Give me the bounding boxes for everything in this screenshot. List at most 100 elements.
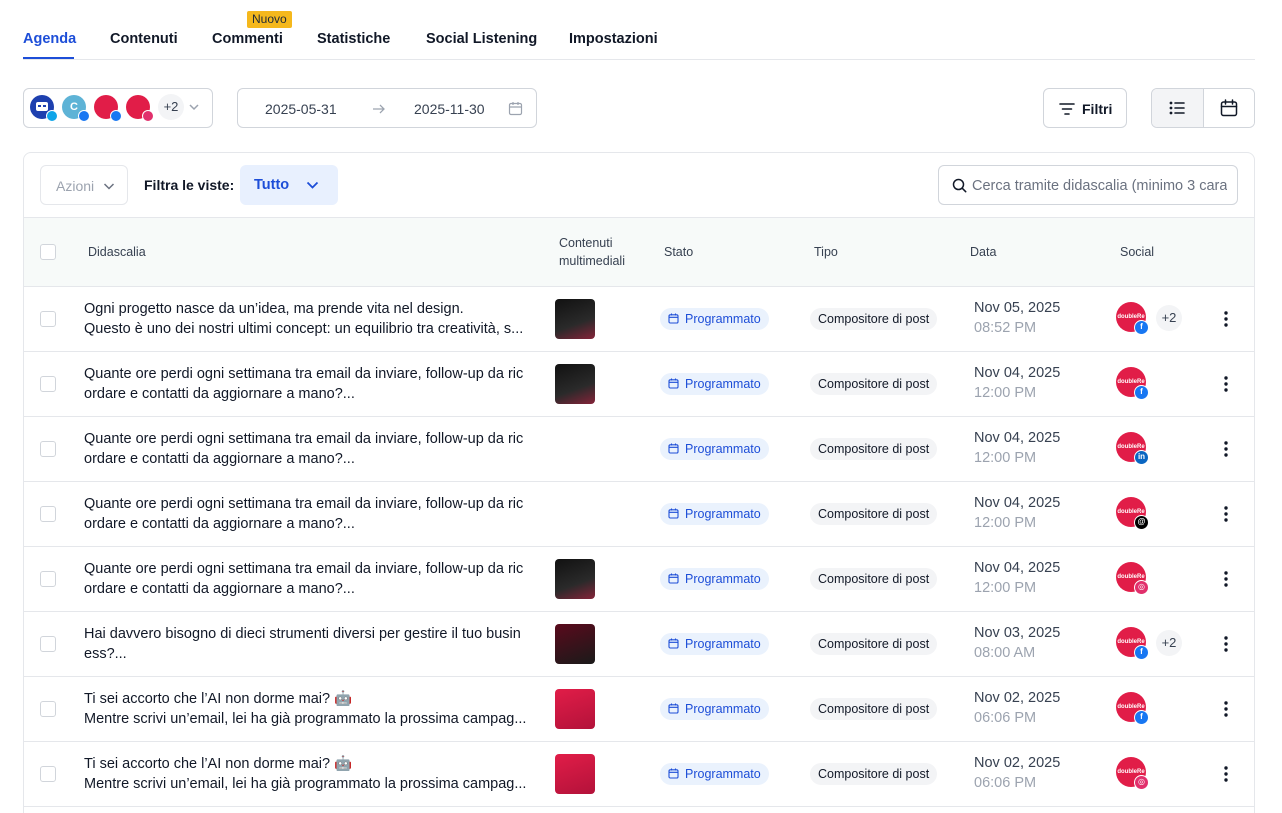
- media-thumbnail[interactable]: [555, 624, 595, 664]
- chevron-down-icon: [306, 181, 319, 189]
- actions-label: Azioni: [56, 178, 95, 194]
- post-time: 08:52 PM: [974, 320, 1037, 336]
- row-checkbox[interactable]: [40, 701, 56, 717]
- table-row[interactable]: Ti sei accorto che l’AI non dorme mai? 🤖…: [24, 677, 1254, 742]
- calendar-icon: [668, 573, 679, 584]
- date-to[interactable]: 2025-11-30: [414, 101, 485, 117]
- threads-icon: @: [1134, 515, 1149, 530]
- posts-table-panel: Azioni Filtra le viste: Tutto Didascalia…: [23, 152, 1255, 813]
- caption-line: Ogni progetto nasce da un’idea, ma prend…: [84, 301, 464, 317]
- tab-social-listening[interactable]: Social Listening: [426, 31, 537, 47]
- more-options-icon[interactable]: [1216, 374, 1236, 394]
- caption-line: Quante ore perdi ogni settimana tra emai…: [84, 561, 524, 577]
- caption-cell: Quante ore perdi ogni settimana tra emai…: [84, 494, 534, 534]
- status-badge: Programmato: [660, 373, 769, 395]
- list-view-button[interactable]: [1152, 89, 1204, 127]
- row-checkbox[interactable]: [40, 636, 56, 652]
- more-options-icon[interactable]: [1216, 309, 1236, 329]
- caption-cell: Hai davvero bisogno di dieci strumenti d…: [84, 624, 534, 664]
- table-row[interactable]: Ti sei accorto che l’AI non dorme mai? 🤖…: [24, 742, 1254, 807]
- calendar-icon: [668, 378, 679, 389]
- google-business-icon: [46, 110, 58, 122]
- type-badge: Compositore di post: [810, 373, 938, 395]
- media-thumbnail[interactable]: [555, 299, 595, 339]
- select-all-checkbox[interactable]: [40, 244, 56, 260]
- status-badge: Programmato: [660, 438, 769, 460]
- date-from[interactable]: 2025-05-31: [265, 101, 337, 117]
- instagram-icon: ◎: [1134, 580, 1149, 595]
- post-time: 12:00 PM: [974, 385, 1037, 401]
- facebook-icon: f: [1134, 320, 1149, 335]
- filters-button[interactable]: Filtri: [1043, 88, 1127, 128]
- row-checkbox[interactable]: [40, 571, 56, 587]
- post-date: Nov 02, 2025: [974, 690, 1061, 706]
- table-row[interactable]: Quante ore perdi ogni settimana tra emai…: [24, 417, 1254, 482]
- post-time: 12:00 PM: [974, 450, 1037, 466]
- column-date[interactable]: Data: [970, 244, 996, 261]
- more-options-icon[interactable]: [1216, 634, 1236, 654]
- more-options-icon[interactable]: [1216, 504, 1236, 524]
- row-checkbox[interactable]: [40, 506, 56, 522]
- column-social[interactable]: Social: [1120, 244, 1154, 261]
- post-date: Nov 04, 2025: [974, 560, 1061, 576]
- more-accounts-count: +2: [158, 94, 184, 120]
- column-status[interactable]: Stato: [664, 244, 693, 261]
- tab-contenuti[interactable]: Contenuti: [110, 31, 178, 47]
- media-thumbnail[interactable]: [555, 689, 595, 729]
- table-row[interactable]: Quante ore perdi ogni settimana tra emai…: [24, 482, 1254, 547]
- caption-line: Quante ore perdi ogni settimana tra emai…: [84, 431, 524, 447]
- media-thumbnail[interactable]: [555, 754, 595, 794]
- calendar-icon: [668, 638, 679, 649]
- more-options-icon[interactable]: [1216, 699, 1236, 719]
- status-badge: Programmato: [660, 308, 769, 330]
- tab-statistiche[interactable]: Statistiche: [317, 31, 390, 47]
- caption-line: ordare e contatti da aggiornare a mano?.…: [84, 516, 355, 532]
- date-range-picker[interactable]: 2025-05-31 2025-11-30: [237, 88, 537, 128]
- row-checkbox[interactable]: [40, 311, 56, 327]
- row-checkbox[interactable]: [40, 441, 56, 457]
- post-time: 12:00 PM: [974, 515, 1037, 531]
- more-options-icon[interactable]: [1216, 439, 1236, 459]
- caption-line: Hai davvero bisogno di dieci strumenti d…: [84, 626, 521, 642]
- search-input[interactable]: [972, 175, 1227, 197]
- type-badge: Compositore di post: [810, 763, 938, 785]
- column-type[interactable]: Tipo: [814, 244, 838, 261]
- table-row[interactable]: Ogni progetto nasce da un’idea, ma prend…: [24, 287, 1254, 352]
- post-date: Nov 03, 2025: [974, 625, 1061, 641]
- post-date: Nov 05, 2025: [974, 300, 1061, 316]
- table-row[interactable]: Hai davvero bisogno di dieci strumenti d…: [24, 612, 1254, 677]
- view-filter-select[interactable]: Tutto: [240, 165, 338, 205]
- column-media-line2: multimediali: [559, 254, 625, 268]
- account-picker[interactable]: C +2: [23, 88, 213, 128]
- row-checkbox[interactable]: [40, 766, 56, 782]
- post-date: Nov 02, 2025: [974, 755, 1061, 771]
- table-header: Didascalia Contenuti multimediali Stato …: [24, 217, 1254, 287]
- filter-icon: [1059, 103, 1075, 115]
- calendar-icon: [668, 443, 679, 454]
- tab-agenda[interactable]: Agenda: [23, 31, 76, 47]
- more-options-icon[interactable]: [1216, 764, 1236, 784]
- table-row[interactable]: Quante ore perdi ogni settimana tra emai…: [24, 547, 1254, 612]
- column-caption[interactable]: Didascalia: [88, 244, 146, 261]
- instagram-icon: [142, 110, 154, 122]
- type-badge: Compositore di post: [810, 503, 938, 525]
- caption-cell: Quante ore perdi ogni settimana tra emai…: [84, 364, 534, 404]
- chevron-down-icon: [189, 104, 199, 111]
- arrow-right-icon: [373, 104, 385, 114]
- status-badge: Programmato: [660, 503, 769, 525]
- table-row[interactable]: Quante ore perdi ogni settimana tra emai…: [24, 352, 1254, 417]
- tab-impostazioni[interactable]: Impostazioni: [569, 31, 658, 47]
- type-badge: Compositore di post: [810, 633, 938, 655]
- actions-dropdown[interactable]: Azioni: [40, 165, 128, 205]
- calendar-icon: [668, 768, 679, 779]
- calendar-view-button[interactable]: [1204, 89, 1254, 127]
- tab-commenti[interactable]: Commenti: [212, 31, 283, 47]
- calendar-icon: [668, 703, 679, 714]
- media-thumbnail[interactable]: [555, 364, 595, 404]
- status-label: Programmato: [685, 702, 761, 716]
- more-options-icon[interactable]: [1216, 569, 1236, 589]
- caption-line: ess?...: [84, 646, 127, 662]
- row-checkbox[interactable]: [40, 376, 56, 392]
- facebook-icon: [78, 110, 90, 122]
- media-thumbnail[interactable]: [555, 559, 595, 599]
